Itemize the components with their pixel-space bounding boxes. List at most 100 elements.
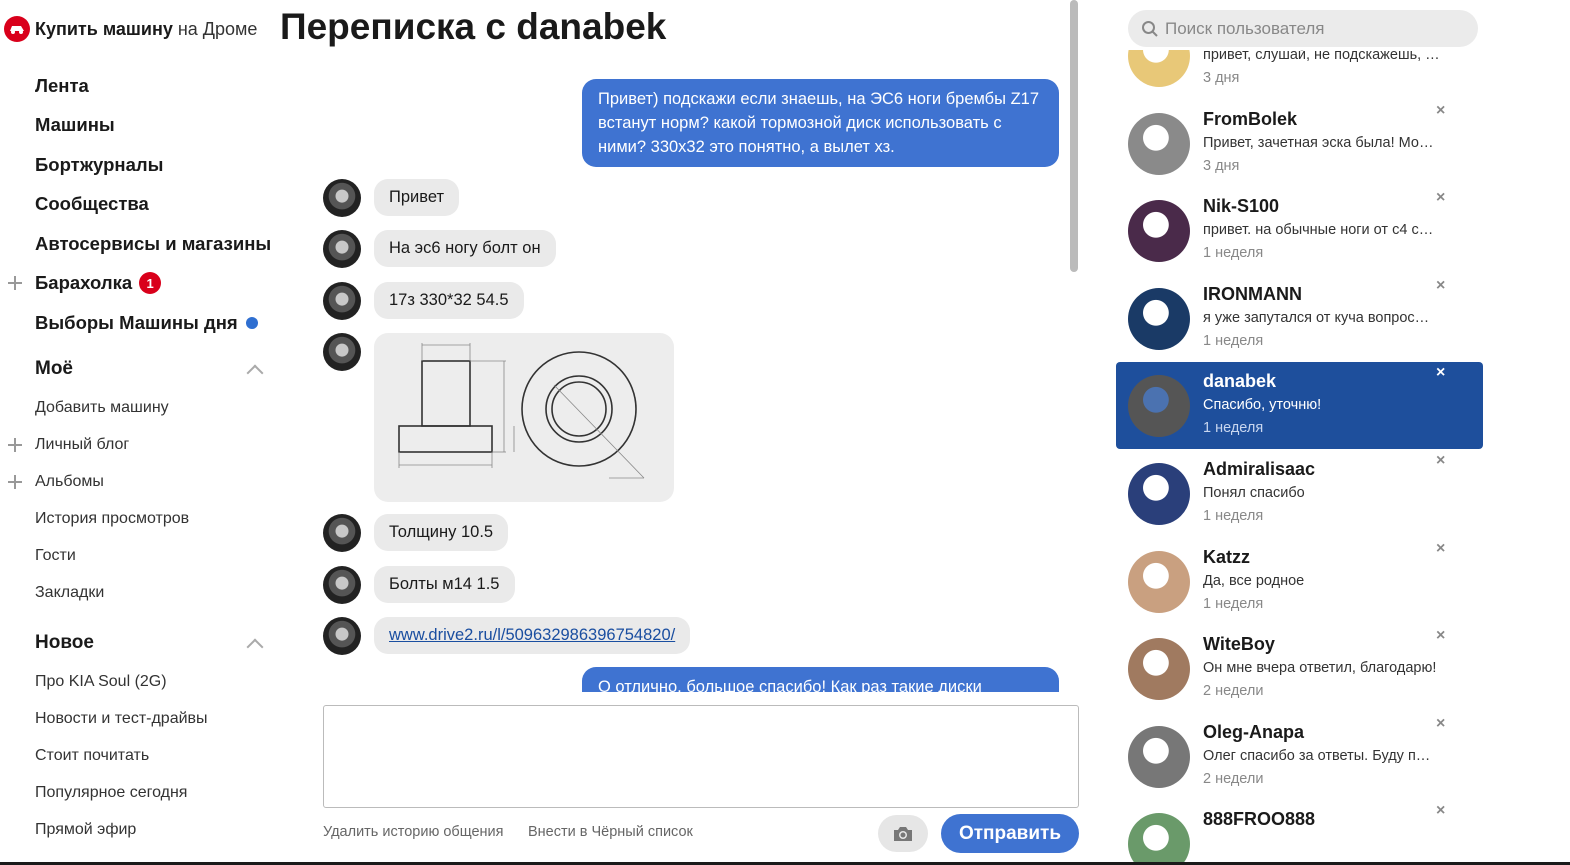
avatar[interactable] xyxy=(323,179,361,217)
close-icon[interactable]: × xyxy=(1436,452,1445,470)
drom-logo-icon xyxy=(4,16,30,42)
chat-scrollbar[interactable] xyxy=(1070,0,1078,272)
section-mine-header[interactable]: Моё xyxy=(35,358,265,382)
avatar[interactable] xyxy=(1128,550,1190,613)
expand-plus-icon[interactable] xyxy=(8,437,22,452)
nav-item-car-of-day[interactable]: Выборы Машины дня xyxy=(35,303,271,343)
conversation-item[interactable]: Volodyanпривет, слушай, не подскажешь, …… xyxy=(1116,50,1483,99)
avatar[interactable] xyxy=(323,514,361,552)
conversation-username[interactable]: Oleg-Anapa xyxy=(1203,722,1304,743)
chevron-up-icon[interactable] xyxy=(246,638,264,656)
camera-icon xyxy=(894,826,912,841)
sidebar-item-add-car[interactable]: Добавить машину xyxy=(35,389,189,426)
nav-item-services[interactable]: Автосервисы и магазины xyxy=(35,224,271,264)
message-incoming: Толщину 10.5 xyxy=(323,514,509,552)
avatar[interactable] xyxy=(1128,112,1190,175)
conversation-time: 2 недели xyxy=(1203,683,1264,700)
message-incoming: Болты м14 1.5 xyxy=(323,566,515,604)
close-icon[interactable]: × xyxy=(1436,715,1445,733)
message-link[interactable]: www.drive2.ru/l/509632986396754820/ xyxy=(389,626,675,644)
sidebar-item-live[interactable]: Прямой эфир xyxy=(35,811,208,848)
nav-item-logbooks[interactable]: Бортжурналы xyxy=(35,145,271,185)
avatar[interactable] xyxy=(1128,725,1190,788)
nav-item-cars[interactable]: Машины xyxy=(35,106,271,146)
expand-plus-icon[interactable] xyxy=(8,276,22,291)
conversation-item[interactable]: danabek Спасибо, уточню! 1 неделя × xyxy=(1116,362,1483,450)
send-button[interactable]: Отправить xyxy=(941,814,1079,853)
conversation-username[interactable]: danabek xyxy=(1203,371,1276,392)
conversation-list[interactable]: Volodyanпривет, слушай, не подскажешь, …… xyxy=(1116,50,1484,865)
technical-drawing-icon xyxy=(398,343,645,479)
main-nav: Лента Машины Бортжурналы Сообщества Авто… xyxy=(8,66,271,343)
avatar[interactable] xyxy=(323,566,361,604)
expand-plus-icon[interactable] xyxy=(8,474,22,489)
close-icon[interactable]: × xyxy=(1436,627,1445,645)
sidebar-item-history[interactable]: История просмотров xyxy=(35,500,189,537)
nav-item-feed[interactable]: Лента xyxy=(35,66,271,106)
nav-item-label: Сообщества xyxy=(35,193,149,215)
message-bubble: Привет xyxy=(374,179,460,216)
close-icon[interactable]: × xyxy=(1436,189,1445,207)
conversation-item[interactable]: Admiralisaac Понял спасибо 1 неделя × xyxy=(1116,450,1483,537)
sidebar-item-news[interactable]: Новости и тест-драйвы xyxy=(35,700,208,737)
conversation-item[interactable]: Nik-S100 привет. на обычные ноги от с4 с…… xyxy=(1116,187,1483,274)
avatar[interactable] xyxy=(1128,287,1190,350)
message-list[interactable]: Привет) подскажи если знаешь, на ЭС6 ног… xyxy=(300,62,1070,692)
close-icon[interactable]: × xyxy=(1436,277,1445,295)
chevron-up-icon[interactable] xyxy=(246,364,264,382)
conversation-item[interactable]: Oleg-Anapa Олег спасибо за ответы. Буду п… xyxy=(1116,713,1483,800)
section-new-header[interactable]: Новое xyxy=(35,632,265,656)
attached-drawing-image[interactable] xyxy=(374,333,674,502)
conversation-username[interactable]: Admiralisaac xyxy=(1203,459,1315,480)
sidebar-item-popular-today[interactable]: Популярное сегодня xyxy=(35,774,208,811)
conversation-item[interactable]: WiteBoy Он мне вчера ответил, благодарю! 2… xyxy=(1116,625,1483,712)
sidebar-item-worth-reading[interactable]: Стоит почитать xyxy=(35,737,208,774)
conversation-username[interactable]: IRONMANN xyxy=(1203,284,1302,305)
avatar[interactable] xyxy=(1128,375,1190,438)
sidebar-item-albums[interactable]: Альбомы xyxy=(8,463,189,500)
user-search[interactable]: Поиск пользователя xyxy=(1128,10,1478,47)
conversation-item[interactable]: 888FROO888 × xyxy=(1116,800,1483,865)
brand-link[interactable]: Купить машину на Дроме xyxy=(4,16,257,42)
avatar[interactable] xyxy=(323,333,361,371)
conversation-item[interactable]: FromBolek Привет, зачетная эска была! Мо…… xyxy=(1116,100,1483,187)
section-title: Моё xyxy=(35,358,73,379)
nav-item-flea-market[interactable]: Барахолка 1 xyxy=(8,264,271,304)
attach-photo-button[interactable] xyxy=(878,815,928,852)
sidebar-item-guests[interactable]: Гости xyxy=(35,537,189,574)
conversation-username[interactable]: 888FROO888 xyxy=(1203,809,1315,830)
conversation-username[interactable]: Nik-S100 xyxy=(1203,196,1279,217)
conversation-item[interactable]: IRONMANN я уже запутался от куча вопрос… 1… xyxy=(1116,275,1483,362)
sidebar-item-label: Новости и тест-драйвы xyxy=(35,709,208,727)
close-icon[interactable]: × xyxy=(1436,364,1445,382)
delete-history-link[interactable]: Удалить историю общения xyxy=(323,824,504,840)
message-outgoing: Привет) подскажи если знаешь, на ЭС6 ног… xyxy=(582,79,1059,167)
message-input[interactable] xyxy=(323,705,1079,808)
conversation-time: 1 неделя xyxy=(1203,508,1264,524)
avatar[interactable] xyxy=(323,230,361,268)
message-bubble: Толщину 10.5 xyxy=(374,514,509,551)
conversation-username[interactable]: Katzz xyxy=(1203,547,1250,568)
avatar[interactable] xyxy=(1128,463,1190,525)
conversation-time: 3 дня xyxy=(1203,70,1240,86)
conversation-username[interactable]: WiteBoy xyxy=(1203,634,1275,655)
avatar[interactable] xyxy=(1128,638,1190,701)
conversation-username[interactable]: FromBolek xyxy=(1203,109,1297,130)
conversation-time: 3 дня xyxy=(1203,157,1240,174)
close-icon[interactable]: × xyxy=(1436,102,1445,120)
avatar[interactable] xyxy=(1128,50,1190,87)
avatar[interactable] xyxy=(323,617,361,655)
sidebar-item-personal-blog[interactable]: Личный блог xyxy=(8,426,189,463)
nav-item-communities[interactable]: Сообщества xyxy=(35,185,271,225)
close-icon[interactable]: × xyxy=(1436,540,1445,558)
nav-item-label: Лента xyxy=(35,74,89,96)
avatar[interactable] xyxy=(1128,813,1190,865)
avatar[interactable] xyxy=(323,282,361,320)
sidebar-item-bookmarks[interactable]: Закладки xyxy=(35,574,189,611)
search-input[interactable]: Поиск пользователя xyxy=(1165,19,1324,39)
blacklist-link[interactable]: Внести в Чёрный список xyxy=(528,824,693,840)
close-icon[interactable]: × xyxy=(1436,802,1445,820)
avatar[interactable] xyxy=(1128,200,1190,263)
sidebar-item-kia-soul[interactable]: Про KIA Soul (2G) xyxy=(35,663,208,700)
conversation-item[interactable]: Katzz Да, все родное 1 неделя × xyxy=(1116,538,1483,625)
